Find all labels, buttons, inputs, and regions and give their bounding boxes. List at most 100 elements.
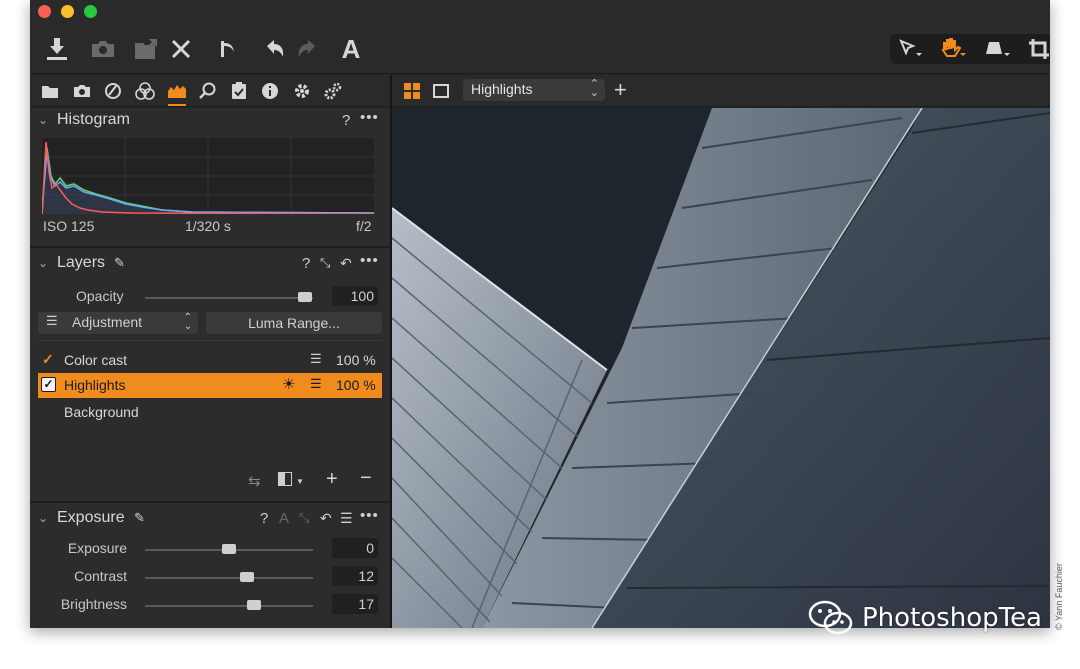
crop-icon[interactable]	[1024, 34, 1050, 64]
chevron-down-icon[interactable]: ⌄	[38, 113, 48, 127]
exposure-slider-value[interactable]: 17	[332, 594, 378, 614]
exposure-slider-knob[interactable]	[222, 544, 236, 554]
help-icon[interactable]: ?	[342, 112, 350, 129]
checkmark-icon[interactable]: ✓	[42, 351, 54, 368]
undo-icon[interactable]	[260, 34, 290, 64]
checkbox-checked[interactable]: ✓	[41, 377, 56, 392]
exposure-slider-knob[interactable]	[240, 572, 255, 582]
exposure-slider-knob[interactable]	[247, 600, 262, 610]
layers-title: Layers	[57, 254, 106, 271]
exposure-icon[interactable]	[166, 80, 188, 102]
chevron-down-icon[interactable]: ⌄	[38, 256, 48, 270]
add-viewer-icon[interactable]: +	[614, 79, 627, 101]
exposure-slider-value[interactable]: 12	[332, 566, 378, 586]
sliders-icon: ☰	[310, 376, 322, 391]
exposure-header[interactable]: ⌄ Exposure ✎ ? A ⤡ ↶ ☰ •••	[30, 506, 390, 532]
batch-icon[interactable]	[322, 80, 344, 102]
export-icon[interactable]	[132, 34, 162, 64]
redo-icon[interactable]	[292, 34, 322, 64]
single-view-icon[interactable]	[433, 83, 449, 104]
main-toolbar: A	[30, 24, 1050, 74]
cursor-tools-group	[890, 34, 1050, 64]
brush-icon[interactable]: ✎	[114, 255, 125, 271]
help-icon[interactable]: ?	[260, 510, 268, 527]
tool-tabs-bar	[30, 75, 390, 107]
opacity-value[interactable]: 100	[332, 286, 378, 306]
opacity-label: Opacity	[76, 288, 124, 304]
exposure-slider-track[interactable]	[145, 577, 313, 579]
metadata-icon[interactable]	[259, 80, 281, 102]
capture-icon[interactable]	[71, 80, 93, 102]
active-tab-indicator	[168, 104, 186, 106]
auto-icon[interactable]: A	[279, 510, 289, 527]
details-icon[interactable]	[197, 80, 219, 102]
more-icon[interactable]: •••	[360, 507, 379, 524]
adjustments-icon[interactable]	[228, 80, 250, 102]
select-cursor-icon[interactable]	[896, 34, 926, 64]
import-icon[interactable]	[42, 34, 72, 64]
add-layer-icon[interactable]: +	[326, 468, 338, 491]
keystone-icon[interactable]	[982, 34, 1012, 64]
copy-apply-icon[interactable]: ⤡	[299, 510, 309, 526]
library-icon[interactable]	[39, 80, 61, 102]
watermark-text: PhotoshopTea	[862, 603, 1042, 633]
close-window-button[interactable]	[38, 5, 51, 18]
camera-icon[interactable]	[88, 34, 118, 64]
mask-icon[interactable]	[278, 472, 292, 486]
photo-architecture	[392, 108, 1050, 628]
layer-name: Highlights	[64, 377, 126, 393]
opacity-slider-knob[interactable]	[298, 292, 312, 302]
exposure-slider-value[interactable]: 0	[332, 538, 378, 558]
histogram-title: Histogram	[57, 111, 130, 128]
copy-apply-icon[interactable]: ⤡	[320, 255, 330, 271]
wechat-logo	[808, 600, 853, 635]
select-stepper-icon: ⌃ ⌄	[183, 312, 192, 332]
layer-item-color-cast[interactable]: ✓ Color cast ☰ 100 %	[38, 348, 382, 372]
adjustment-select[interactable]: ☰ Adjustment ⌃ ⌄	[38, 312, 198, 334]
sliders-icon: ☰	[46, 313, 58, 328]
color-icon[interactable]	[134, 80, 156, 102]
aperture-value: f/2	[356, 218, 372, 234]
layer-opacity: 100 %	[336, 352, 376, 368]
more-icon[interactable]: •••	[360, 252, 379, 269]
select-stepper-icon: ⌃ ⌄	[589, 78, 599, 99]
exposure-slider-track[interactable]	[145, 605, 313, 607]
brush-icon[interactable]: ✎	[134, 510, 145, 526]
help-icon[interactable]: ?	[302, 255, 310, 272]
output-icon[interactable]	[291, 80, 313, 102]
minimize-window-button[interactable]	[61, 5, 74, 18]
remove-layer-icon[interactable]: −	[360, 467, 372, 490]
text-icon[interactable]: A	[336, 34, 366, 64]
histogram-header[interactable]: ⌄ Histogram ? •••	[30, 108, 390, 134]
reset-icon[interactable]: ↶	[340, 255, 352, 272]
lens-icon[interactable]	[102, 80, 124, 102]
grid-view-icon[interactable]	[404, 83, 420, 104]
luma-range-button[interactable]: Luma Range...	[206, 312, 382, 334]
section-divider	[30, 246, 390, 248]
photo-credit: © Yann Fauchier	[1052, 540, 1066, 630]
delete-icon[interactable]	[166, 34, 196, 64]
presets-icon[interactable]: ☰	[340, 510, 353, 527]
layer-item-background[interactable]: Background	[38, 400, 382, 424]
reset-icon[interactable]: ↶	[320, 510, 332, 527]
tool-sidebar: ⌄ Histogram ? ••• ISO 125 1/320 s f/2 ⌄	[30, 108, 390, 628]
more-icon[interactable]: •••	[360, 109, 379, 126]
watermark: PhotoshopTea	[808, 598, 1042, 638]
swap-icon[interactable]: ⇆	[248, 472, 261, 490]
section-divider	[30, 501, 390, 503]
layer-select[interactable]: Highlights ⌃ ⌄	[463, 79, 605, 101]
dropdown-arrow-icon[interactable]: ▼	[296, 477, 304, 486]
layers-header[interactable]: ⌄ Layers ✎ ? ⤡ ↶ •••	[30, 251, 390, 277]
layer-item-highlights[interactable]: ✓ Highlights ☀ ☰ 100 %	[38, 373, 382, 398]
image-viewer[interactable]	[392, 108, 1050, 628]
layers-list-divider	[38, 340, 382, 341]
zoom-window-button[interactable]	[84, 5, 97, 18]
chevron-down-icon[interactable]: ⌄	[38, 511, 48, 525]
undo-history-icon[interactable]	[212, 34, 242, 64]
opacity-slider[interactable]	[145, 297, 313, 299]
pan-hand-icon[interactable]	[938, 34, 968, 64]
iso-value: ISO 125	[43, 218, 95, 234]
exposure-title: Exposure	[57, 509, 125, 526]
layer-name: Background	[64, 404, 139, 420]
layer-select-value: Highlights	[471, 81, 533, 97]
